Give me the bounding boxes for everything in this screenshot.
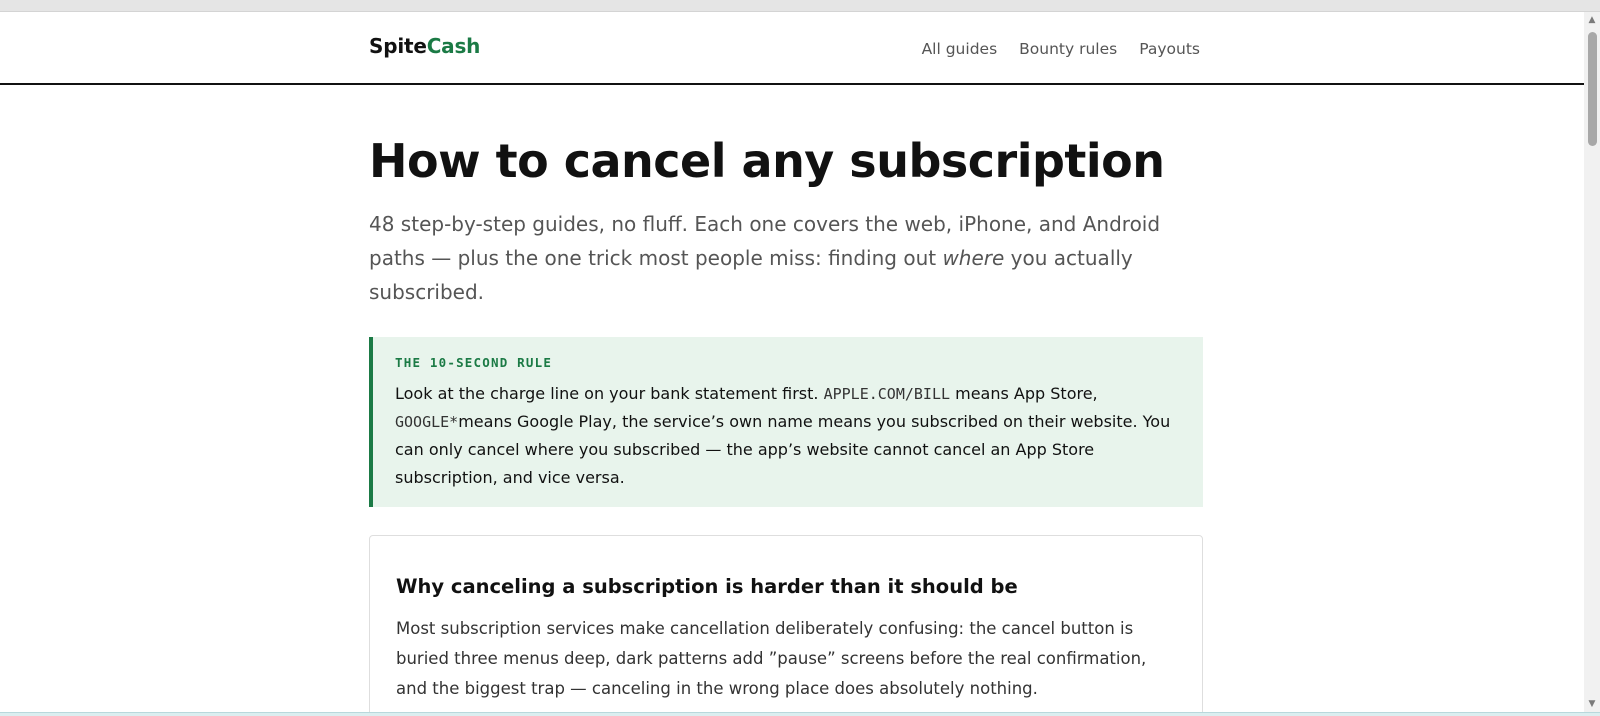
card-text: Most subscription services make cancella… <box>396 619 1147 698</box>
callout-text-1: Look at the charge line on your bank sta… <box>395 384 824 403</box>
main-content: How to cancel any subscription 48 step-b… <box>369 85 1203 712</box>
ten-second-rule-callout: THE 10-SECOND RULE Look at the charge li… <box>369 337 1203 507</box>
logo-text-spite: Spite <box>369 34 427 58</box>
browser-top-strip <box>0 0 1600 12</box>
nav-link-bounty-rules[interactable]: Bounty rules <box>1019 40 1117 58</box>
vertical-scrollbar[interactable]: ▲ ▼ <box>1584 12 1600 712</box>
card-title: Why canceling a subscription is harder t… <box>396 575 1018 598</box>
callout-label: THE 10-SECOND RULE <box>395 355 553 370</box>
main-nav: All guides Bounty rules Payouts <box>922 40 1200 58</box>
browser-bottom-strip <box>0 712 1600 716</box>
scrollbar-thumb[interactable] <box>1588 32 1597 146</box>
callout-text: Look at the charge line on your bank sta… <box>395 380 1181 492</box>
code-google: GOOGLE* <box>395 413 459 431</box>
logo-text-cash: Cash <box>426 34 481 58</box>
scroll-down-arrow-icon[interactable]: ▼ <box>1584 696 1600 712</box>
callout-text-3: means Google Play, the service’s own nam… <box>395 412 1171 487</box>
nav-link-payouts[interactable]: Payouts <box>1139 40 1200 58</box>
info-card: Why canceling a subscription is harder t… <box>369 535 1203 712</box>
code-apple-bill: APPLE.COM/BILL <box>823 385 951 403</box>
site-logo[interactable]: SpiteCash <box>369 34 480 58</box>
lede-emphasis: where <box>942 246 1005 270</box>
page-lede: 48 step-by-step guides, no fluff. Each o… <box>369 207 1203 309</box>
page-viewport: SpiteCash All guides Bounty rules Payout… <box>0 12 1584 712</box>
callout-text-2: means App Store, <box>950 384 1098 403</box>
page-title: How to cancel any subscription <box>369 134 1165 188</box>
nav-link-all-guides[interactable]: All guides <box>922 40 998 58</box>
site-header: SpiteCash All guides Bounty rules Payout… <box>0 12 1584 85</box>
scroll-up-arrow-icon[interactable]: ▲ <box>1584 12 1600 28</box>
